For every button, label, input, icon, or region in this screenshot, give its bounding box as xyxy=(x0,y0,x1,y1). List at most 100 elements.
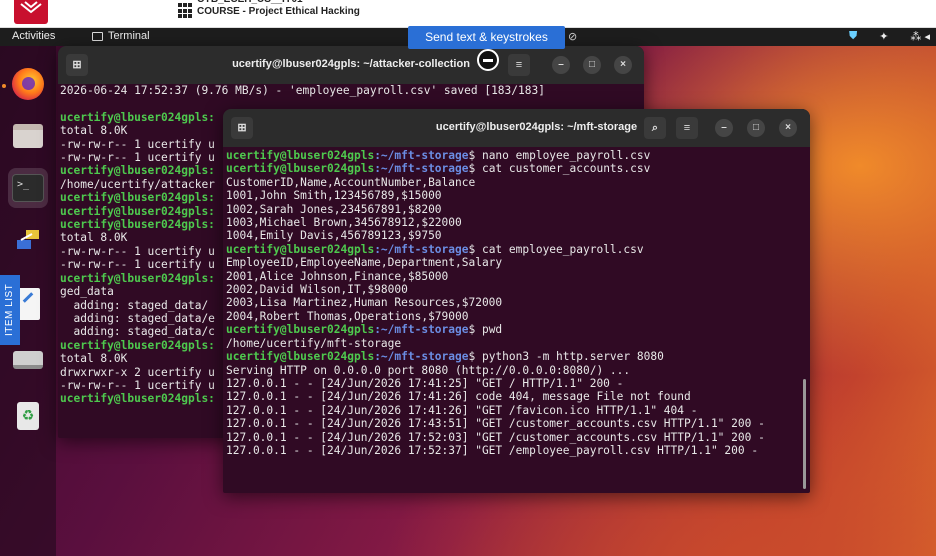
terminal-line: 127.0.0.1 - - [24/Jun/2026 17:41:25] "GE… xyxy=(226,377,810,390)
dock-network[interactable] xyxy=(8,220,48,260)
close-button[interactable]: × xyxy=(779,119,797,137)
prompt-text: ucertify@lbuser024gpls: xyxy=(60,271,215,285)
output-text: /home/ucertify/mft-storage xyxy=(226,336,402,350)
dock-terminal[interactable]: >_ xyxy=(8,168,48,208)
output-text: -rw-rw-r-- 1 ucertify u xyxy=(60,378,215,392)
terminal-line: 2002,David Wilson,IT,$98000 xyxy=(226,283,810,296)
dock-trash[interactable]: ♻ xyxy=(8,396,48,436)
prompt-text: ucertify@lbuser024gpls: xyxy=(60,392,215,406)
output-text: 1001,John Smith,123456789,$15000 xyxy=(226,189,442,203)
output-text: total 8.0K xyxy=(60,124,128,138)
prompt-user: ucertify@lbuser024gpls xyxy=(226,149,375,162)
window-titlebar[interactable]: ⊞ ucertify@lbuser024gpls: ~/mft-storage … xyxy=(223,109,810,147)
app-menu-label: Terminal xyxy=(108,30,150,42)
terminal-line: Serving HTTP on 0.0.0.0 port 8080 (http:… xyxy=(226,364,810,377)
output-text: 2001,Alice Johnson,Finance,$85000 xyxy=(226,269,449,283)
window-titlebar[interactable]: ⊞ ucertify@lbuser024gpls: ~/attacker-col… xyxy=(58,46,644,84)
course-title: COURSE - Project Ethical Hacking xyxy=(197,6,360,17)
menu-button[interactable]: ≡ xyxy=(508,54,530,76)
banner-close-icon[interactable]: ⊘ xyxy=(568,30,577,43)
output-text: ged_data xyxy=(60,285,114,299)
activities-button[interactable]: Activities xyxy=(12,30,55,42)
output-text: 1003,Michael Brown,345678912,$22000 xyxy=(226,216,462,230)
command-text: $ nano employee_payroll.csv xyxy=(468,149,651,162)
terminal-line: 127.0.0.1 - - [24/Jun/2026 17:43:51] "GE… xyxy=(226,417,810,430)
terminal-line: 1001,John Smith,123456789,$15000 xyxy=(226,189,810,202)
dock-firefox[interactable] xyxy=(8,64,48,104)
output-text: -rw-rw-r-- 1 ucertify u xyxy=(60,137,215,151)
maximize-button[interactable]: □ xyxy=(747,119,765,137)
output-text: 1002,Sarah Jones,234567891,$8200 xyxy=(226,202,442,216)
terminal-line: 127.0.0.1 - - [24/Jun/2026 17:52:37] "GE… xyxy=(226,444,810,457)
app-menu[interactable]: Terminal xyxy=(92,30,150,42)
output-text: total 8.0K xyxy=(60,231,128,245)
output-text: 1004,Emily Davis,456789123,$9750 xyxy=(226,229,442,243)
menu-button[interactable]: ≡ xyxy=(676,117,698,139)
prompt-path: :~/mft-storage xyxy=(374,242,469,256)
output-text: adding: staged_data/e xyxy=(60,311,215,325)
output-text: 127.0.0.1 - - [24/Jun/2026 17:41:25] "GE… xyxy=(226,376,624,390)
terminal-line: EmployeeID,EmployeeName,Department,Salar… xyxy=(226,256,810,269)
terminal-line: 2003,Lisa Martinez,Human Resources,$7200… xyxy=(226,296,810,309)
output-text: 127.0.0.1 - - [24/Jun/2026 17:41:26] cod… xyxy=(226,390,691,404)
prompt-path: :~/mft-storage xyxy=(374,350,469,364)
terminal-line: CustomerID,Name,AccountNumber,Balance xyxy=(226,176,810,189)
terminal-line: ucertify@lbuser024gpls:~/mft-storage$ na… xyxy=(226,149,810,162)
minimize-button[interactable]: – xyxy=(715,119,733,137)
close-button[interactable]: × xyxy=(614,56,632,74)
output-text: 127.0.0.1 - - [24/Jun/2026 17:52:37] "GE… xyxy=(226,443,759,457)
output-text: 127.0.0.1 - - [24/Jun/2026 17:43:51] "GE… xyxy=(226,417,765,431)
minimize-button[interactable]: – xyxy=(552,56,570,74)
trash-icon: ♻ xyxy=(17,402,39,430)
prompt-text: ucertify@lbuser024gpls: xyxy=(60,164,215,178)
terminal-icon xyxy=(92,31,103,41)
output-text: 127.0.0.1 - - [24/Jun/2026 17:52:03] "GE… xyxy=(226,430,765,444)
output-text: -rw-rw-r-- 1 ucertify u xyxy=(60,151,215,165)
prompt-user: ucertify@lbuser024gpls xyxy=(226,162,375,176)
accessibility-icon[interactable]: ✦ xyxy=(879,30,888,43)
output-text: adding: staged_data/ xyxy=(60,298,209,312)
terminal-window-mft-storage[interactable]: ⊞ ucertify@lbuser024gpls: ~/mft-storage … xyxy=(223,109,810,493)
course-id: CYB_ECEH_US__IY01 xyxy=(197,0,303,5)
output-text: 2002,David Wilson,IT,$98000 xyxy=(226,283,408,297)
terminal-line: 2026-06-24 17:52:37 (9.76 MB/s) - 'emplo… xyxy=(60,84,644,97)
disk-icon xyxy=(13,351,43,369)
output-text: Serving HTTP on 0.0.0.0 port 8080 (http:… xyxy=(226,363,631,377)
terminal-line: ucertify@lbuser024gpls:~/mft-storage$ ca… xyxy=(226,243,810,256)
course-logo xyxy=(14,0,48,24)
system-tray[interactable]: ⛊ ✦ ⁂ ◂ xyxy=(849,30,930,43)
terminal-line: 1002,Sarah Jones,234567891,$8200 xyxy=(226,203,810,216)
maximize-button[interactable]: □ xyxy=(583,56,601,74)
terminal-line: 1003,Michael Brown,345678912,$22000 xyxy=(226,216,810,229)
scrollbar[interactable] xyxy=(803,379,806,489)
output-text: CustomerID,Name,AccountNumber,Balance xyxy=(226,175,476,189)
prompt-user: ucertify@lbuser024gpls xyxy=(226,323,375,337)
send-keystrokes-button[interactable]: Send text & keystrokes xyxy=(408,26,565,49)
prompt-text: ucertify@lbuser024gpls: xyxy=(60,191,215,205)
prompt-text: ucertify@lbuser024gpls: xyxy=(60,204,215,218)
network-tray-icon[interactable]: ⛊ xyxy=(849,30,857,43)
search-icon[interactable]: ⌕ xyxy=(644,117,666,139)
command-text: $ python3 -m http.server 8080 xyxy=(468,350,664,364)
output-text: 127.0.0.1 - - [24/Jun/2026 17:41:26] "GE… xyxy=(226,403,698,417)
system-menu-icon[interactable]: ⁂ ◂ xyxy=(910,30,930,43)
terminal-output[interactable]: ucertify@lbuser024gpls:~/mft-storage$ na… xyxy=(223,149,810,493)
prompt-text: ucertify@lbuser024gpls: xyxy=(60,110,215,124)
firefox-icon xyxy=(12,68,44,100)
prompt-path: :~/mft-storage xyxy=(374,162,469,176)
output-text: 2026-06-24 17:52:37 (9.76 MB/s) - 'emplo… xyxy=(60,84,545,97)
terminal-line: 1004,Emily Davis,456789123,$9750 xyxy=(226,229,810,242)
item-list-tab[interactable]: ITEM LIST xyxy=(0,275,20,345)
terminal-line: ucertify@lbuser024gpls:~/mft-storage$ ca… xyxy=(226,162,810,175)
output-text: drwxrwxr-x 2 ucertify u xyxy=(60,365,215,379)
dock-files[interactable] xyxy=(8,116,48,156)
output-text: total 8.0K xyxy=(60,352,128,366)
prompt-path: :~/mft-storage xyxy=(374,149,469,162)
command-text: $ pwd xyxy=(468,323,503,337)
terminal-line: 2004,Robert Thomas,Operations,$79000 xyxy=(226,310,810,323)
terminal-line: 127.0.0.1 - - [24/Jun/2026 17:41:26] "GE… xyxy=(226,404,810,417)
dock-disk[interactable] xyxy=(8,339,48,379)
terminal-icon: >_ xyxy=(12,174,44,202)
terminal-line: ucertify@lbuser024gpls:~/mft-storage$ py… xyxy=(226,350,810,363)
grid-icon[interactable] xyxy=(178,3,192,19)
